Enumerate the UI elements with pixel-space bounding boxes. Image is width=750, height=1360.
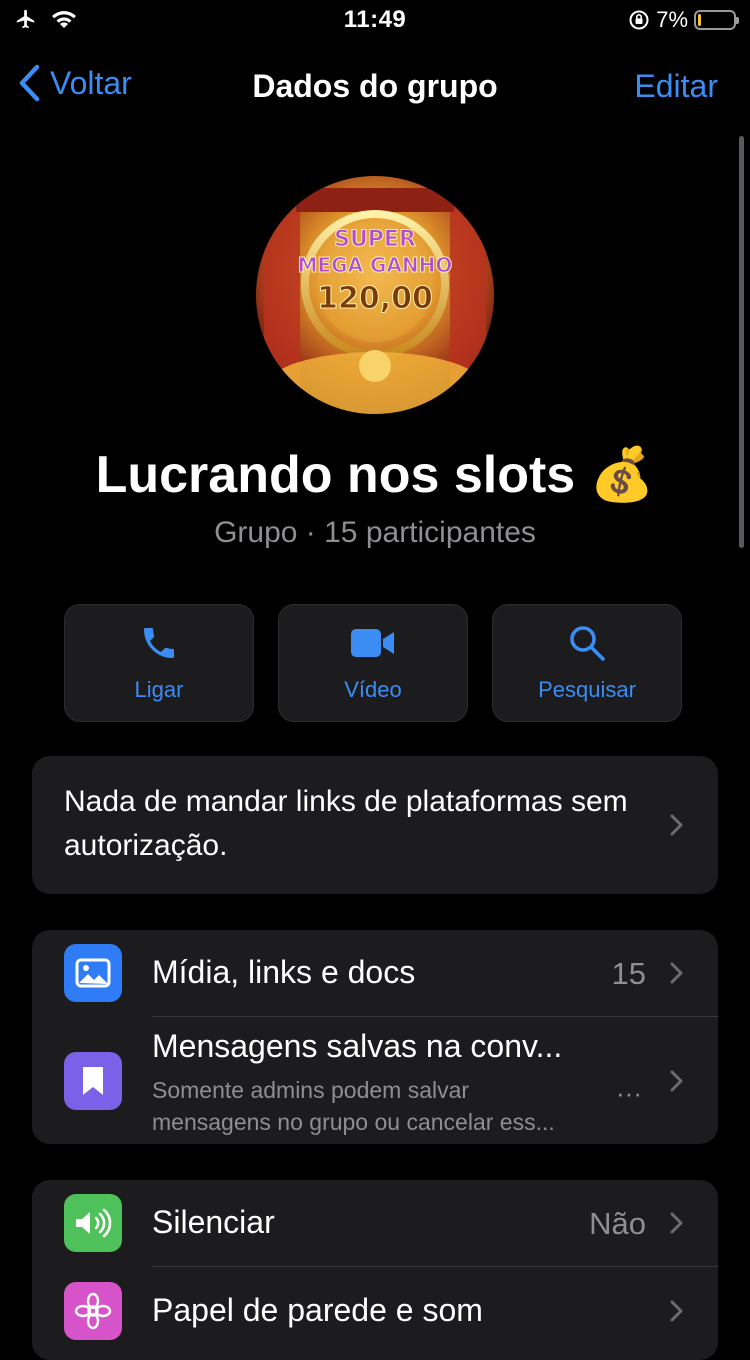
video-label: Vídeo bbox=[344, 677, 402, 702]
call-label: Ligar bbox=[134, 677, 184, 702]
saved-title: Mensagens salvas na conv... bbox=[152, 1028, 563, 1064]
group-name: Lucrando nos slots 💰 bbox=[0, 444, 750, 505]
battery-fill bbox=[698, 14, 701, 26]
more-icon[interactable]: ··· bbox=[616, 1078, 642, 1109]
settings-section: Silenciar Não Papel de parede e som bbox=[32, 1180, 718, 1360]
video-button[interactable]: Vídeo bbox=[278, 604, 468, 722]
mute-title: Silenciar bbox=[152, 1204, 275, 1240]
battery-percent: 7% bbox=[656, 7, 688, 32]
avatar-text-mega: MEGA GANHO bbox=[298, 253, 453, 277]
search-button[interactable]: Pesquisar bbox=[492, 604, 682, 722]
search-label: Pesquisar bbox=[538, 677, 636, 702]
saved-subtitle-2: mensagens no grupo ou cancelar ess... bbox=[152, 1109, 555, 1135]
wallpaper-sound-row[interactable]: Papel de parede e som bbox=[32, 1266, 718, 1356]
media-section: Mídia, links e docs 15 Mensagens salvas … bbox=[32, 930, 718, 1144]
chevron-right-icon bbox=[670, 1300, 683, 1322]
action-buttons: Ligar Vídeo Pesquisar bbox=[64, 604, 682, 722]
speaker-icon bbox=[76, 1208, 112, 1238]
media-title: Mídia, links e docs bbox=[152, 954, 416, 990]
media-links-docs-row[interactable]: Mídia, links e docs 15 bbox=[32, 930, 718, 1016]
phone-icon bbox=[144, 628, 174, 658]
status-bar: 11:49 7% bbox=[0, 0, 750, 40]
saved-subtitle-1: Somente admins podem salvar bbox=[152, 1077, 470, 1103]
photo-icon bbox=[75, 958, 111, 988]
flower-icon bbox=[74, 1292, 112, 1330]
navigation-bar: Voltar Dados do grupo Editar bbox=[0, 56, 750, 116]
saved-messages-row[interactable]: Mensagens salvas na conv... Somente admi… bbox=[32, 1016, 718, 1144]
edit-button[interactable]: Editar bbox=[634, 68, 718, 105]
description-text: Nada de mandar links de plataformas sem … bbox=[64, 785, 628, 862]
chevron-right-icon bbox=[670, 962, 683, 984]
group-description[interactable]: Nada de mandar links de plataformas sem … bbox=[32, 756, 718, 894]
status-right: 7% bbox=[628, 7, 739, 33]
wallpaper-tile bbox=[64, 1282, 122, 1340]
wallpaper-title: Papel de parede e som bbox=[152, 1292, 483, 1328]
media-count: 15 bbox=[611, 956, 646, 991]
video-icon bbox=[351, 629, 394, 657]
chevron-right-icon bbox=[670, 814, 683, 836]
group-name-text: Lucrando nos slots bbox=[95, 446, 576, 504]
avatar-text-amount: 120,00 bbox=[317, 281, 433, 316]
mute-value: Não bbox=[589, 1206, 646, 1241]
money-bag-icon: 💰 bbox=[589, 446, 655, 504]
mute-row[interactable]: Silenciar Não bbox=[32, 1180, 718, 1266]
media-tile bbox=[64, 944, 122, 1002]
chevron-right-icon bbox=[670, 1212, 683, 1234]
search-icon bbox=[570, 626, 605, 661]
call-button[interactable]: Ligar bbox=[64, 604, 254, 722]
chevron-right-icon bbox=[670, 1070, 683, 1092]
avatar-text-super: SUPER bbox=[334, 227, 416, 252]
mute-tile bbox=[64, 1194, 122, 1252]
group-subtitle: Grupo · 15 participantes bbox=[214, 516, 536, 549]
orientation-lock-icon bbox=[629, 10, 649, 30]
avatar-image: SUPER MEGA GANHO 120,00 bbox=[256, 176, 494, 414]
saved-tile bbox=[64, 1052, 122, 1110]
group-avatar[interactable]: SUPER MEGA GANHO 120,00 bbox=[256, 176, 494, 414]
battery-icon bbox=[694, 10, 739, 30]
bookmark-icon bbox=[83, 1067, 103, 1095]
